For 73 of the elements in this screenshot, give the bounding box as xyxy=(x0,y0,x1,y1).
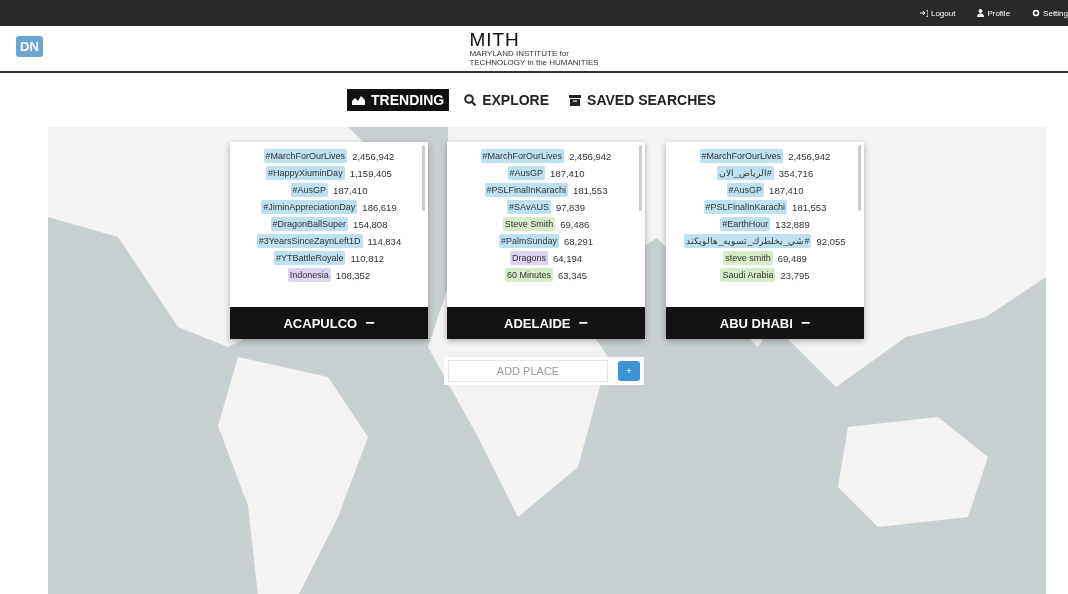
archive-icon xyxy=(569,94,582,106)
trend-count: 187,410 xyxy=(333,184,368,196)
settings-icon xyxy=(1032,9,1041,17)
logout-icon xyxy=(919,9,928,17)
search-icon xyxy=(464,94,477,106)
trend-tag[interactable]: #PalmSunday xyxy=(498,234,559,248)
person-icon xyxy=(977,9,985,17)
collapse-button[interactable]: − xyxy=(578,314,588,332)
trend-tag[interactable]: #AusGP xyxy=(290,183,329,197)
logo-subtitle: TECHNOLOGY in the HUMANITIES xyxy=(469,58,599,67)
scrollbar[interactable] xyxy=(858,145,861,211)
trend-tag[interactable]: Steve Smith xyxy=(502,217,556,231)
trend-count: 2,456,942 xyxy=(569,150,612,162)
trend-tag[interactable]: #PSLFinalInKarachi xyxy=(703,200,788,214)
logo-subtitle: MARYLAND INSTITUTE for xyxy=(469,49,569,58)
trend-count: 64,194 xyxy=(553,252,583,264)
trend-tag[interactable]: #YTBattleRoyale xyxy=(273,251,346,265)
trend-count: 354,716 xyxy=(778,167,814,179)
chart-icon xyxy=(352,95,366,105)
trend-tag[interactable]: #MarchForOurLives xyxy=(699,149,784,163)
trend-tag[interactable]: #الرياض_الان xyxy=(716,166,774,180)
scrollbar[interactable] xyxy=(422,145,425,211)
trend-tag[interactable]: #JiminAppreciationDay xyxy=(261,200,358,214)
trend-tag[interactable]: #شي_يخلطرك_تسويه_هالويكند xyxy=(684,234,812,248)
trend-tag[interactable]: #EarthHour xyxy=(720,217,771,231)
trend-count: 187,410 xyxy=(769,184,804,196)
trend-tag[interactable]: Indonesia xyxy=(287,268,331,282)
logo-title: MITH xyxy=(469,30,520,49)
top-link[interactable]: Logout xyxy=(919,8,956,18)
trend-count: 181,553 xyxy=(573,184,608,196)
place-name: ACAPULCO xyxy=(283,315,358,331)
trend-tag[interactable]: #AusGP xyxy=(507,166,546,180)
scrollbar[interactable] xyxy=(639,145,642,211)
trend-count: 2,456,942 xyxy=(788,150,831,162)
trend-count: 68,291 xyxy=(564,235,594,247)
collapse-button[interactable]: − xyxy=(800,314,811,332)
top-link[interactable]: Setting xyxy=(1032,8,1068,18)
top-link[interactable]: Profile xyxy=(977,8,1011,18)
place-name: ABU DHABI xyxy=(719,315,793,331)
trend-count: 186,619 xyxy=(362,201,397,213)
trend-count: 114,834 xyxy=(367,235,402,247)
trend-tag[interactable]: #SAvAUS xyxy=(507,200,551,214)
trend-tag[interactable]: #MarchForOurLives xyxy=(263,149,348,163)
trend-tag[interactable]: #AusGP xyxy=(726,183,765,197)
nav-tab[interactable]: SAVED SEARCHES xyxy=(564,89,721,111)
trend-count: 69,486 xyxy=(560,218,590,230)
trend-tag[interactable]: #DragonBallSuper xyxy=(270,217,349,231)
place-name: ADELAIDE xyxy=(504,315,571,331)
trend-tag[interactable]: #PSLFinalInKarachi xyxy=(484,183,569,197)
nav-tab[interactable]: TRENDING xyxy=(347,89,450,111)
collapse-button[interactable]: − xyxy=(365,314,375,332)
trend-count: 97,839 xyxy=(555,201,585,213)
trend-tag[interactable]: steve smith xyxy=(723,251,773,265)
trend-count: 1,159,405 xyxy=(349,167,392,179)
trend-count: 110,812 xyxy=(350,252,385,264)
nav-tab[interactable]: EXPLORE xyxy=(459,89,555,111)
trend-count: 23,795 xyxy=(780,269,810,281)
trend-tag[interactable]: Saudi Arabia xyxy=(720,268,776,282)
add-place-field[interactable]: ADD PLACE xyxy=(448,360,608,382)
trend-tag[interactable]: 60 Minutes xyxy=(504,268,553,282)
trend-tag[interactable]: Dragons xyxy=(509,251,548,265)
trend-tag[interactable]: #MarchForOurLives xyxy=(480,149,565,163)
trend-count: 154,808 xyxy=(353,218,388,230)
trend-count: 63,345 xyxy=(558,269,588,281)
trend-tag[interactable]: #3YearsSinceZaynLeft1D xyxy=(256,234,363,248)
trend-count: 132,889 xyxy=(775,218,810,230)
trend-count: 181,553 xyxy=(792,201,827,213)
trend-count: 92,055 xyxy=(816,235,846,247)
trend-count: 108,352 xyxy=(335,269,371,281)
trend-count: 187,410 xyxy=(550,167,585,179)
trend-count: 2,456,942 xyxy=(352,150,395,162)
trend-tag[interactable]: #HappyXiuminDay xyxy=(266,166,345,180)
trend-count: 69,489 xyxy=(777,252,807,264)
